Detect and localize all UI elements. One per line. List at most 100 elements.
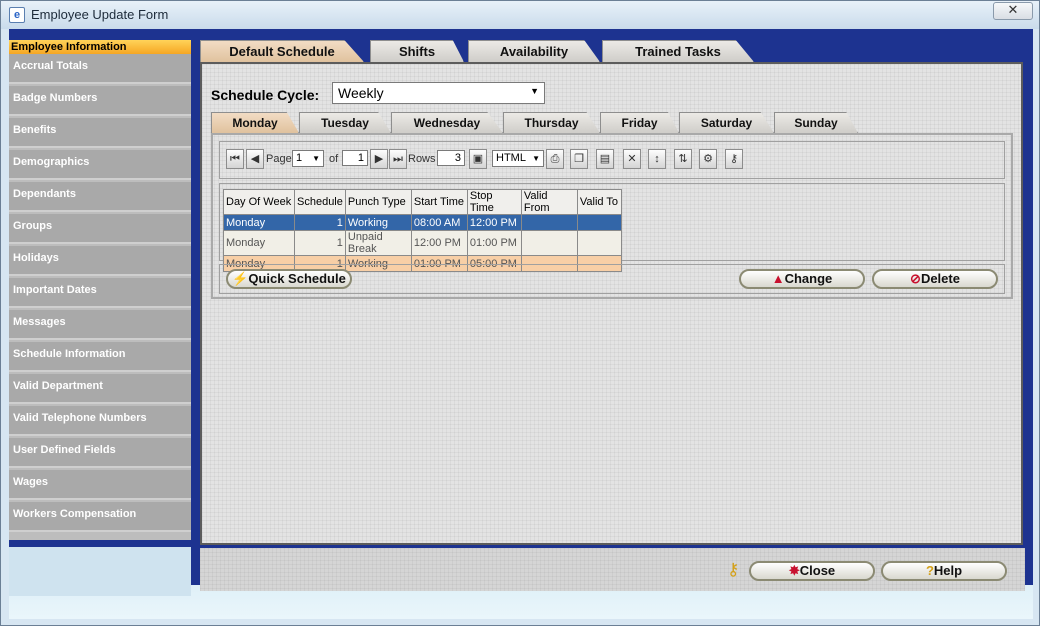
prev-page-icon[interactable]: ◀ <box>246 149 264 169</box>
sidebar-item-holidays[interactable]: Holidays <box>9 246 191 276</box>
cell-punch-type: Unpaid Break <box>344 230 412 256</box>
sidebar-item-groups[interactable]: Groups <box>9 214 191 244</box>
next-page-icon[interactable]: ▶ <box>370 149 388 169</box>
sidebar-item-valid-telephone-numbers[interactable]: Valid Telephone Numbers <box>9 406 191 436</box>
cell-valid-from <box>520 214 578 231</box>
cell-stop-time: 12:00 PM <box>466 214 522 231</box>
close-label: Close <box>799 563 836 578</box>
settings-gear-icon[interactable]: ⚙ <box>699 149 717 169</box>
delete-label: Delete <box>920 271 960 286</box>
page-select[interactable]: 1 ▼ <box>292 150 324 167</box>
cell-valid-to <box>576 230 622 256</box>
cell-punch-type: Working <box>344 214 412 231</box>
chevron-down-icon: ▼ <box>532 154 540 163</box>
sort-az-icon[interactable]: ↕ <box>648 149 666 169</box>
sidebar-item-important-dates[interactable]: Important Dates <box>9 278 191 308</box>
cell-valid-to <box>576 214 622 231</box>
table-row[interactable]: Monday 1 Working 08:00 AM 12:00 PM <box>223 214 622 231</box>
cell-valid-from <box>520 230 578 256</box>
tab-availability[interactable]: Availability <box>468 40 600 62</box>
column-header[interactable]: Valid From <box>520 189 578 215</box>
sidebar-item-wages[interactable]: Wages <box>9 470 191 500</box>
tab-trained-tasks[interactable]: Trained Tasks <box>602 40 754 62</box>
employee-update-window: e Employee Update Form ✕ Employee Inform… <box>0 0 1040 626</box>
sidebar-item-messages[interactable]: Messages <box>9 310 191 340</box>
close-star-icon: ✸ <box>788 563 800 578</box>
column-header[interactable]: Start Time <box>410 189 468 215</box>
filter-off-icon[interactable]: ✕ <box>623 149 641 169</box>
sidebar-item-valid-department[interactable]: Valid Department <box>9 374 191 404</box>
schedule-table: Day Of Week Schedule Punch Type Start Ti… <box>223 189 622 272</box>
client-area: Employee Information Accrual Totals Badg… <box>9 29 1033 619</box>
title-bar: e Employee Update Form ✕ <box>1 1 1039 29</box>
cell-start-time: 08:00 AM <box>410 214 468 231</box>
tab-wednesday[interactable]: Wednesday <box>391 112 503 133</box>
default-schedule-panel: Schedule Cycle: Weekly ▼ Monday Tuesday … <box>200 62 1023 545</box>
export-format-select[interactable]: HTML ▼ <box>492 150 544 167</box>
close-button[interactable]: ✸Close <box>749 561 875 581</box>
grid-toolbar: ⏮ ◀ Page 1 ▼ of 1 ▶ ⏭ Rows 3 ▣ HTML ▼ ⎙ … <box>219 141 1005 179</box>
column-header[interactable]: Schedule <box>294 189 346 215</box>
tab-saturday[interactable]: Saturday <box>679 112 774 133</box>
first-page-icon[interactable]: ⏮ <box>226 149 244 169</box>
delete-button[interactable]: ⊘Delete <box>872 269 998 289</box>
last-page-icon[interactable]: ⏭ <box>389 149 407 169</box>
sidebar-item-accrual-totals[interactable]: Accrual Totals <box>9 54 191 84</box>
change-label: Change <box>784 271 833 286</box>
schedule-cycle-select[interactable]: Weekly ▼ <box>332 82 545 104</box>
change-button[interactable]: ▲Change <box>739 269 865 289</box>
schedule-cycle-label: Schedule Cycle: <box>211 87 320 103</box>
schedule-cycle-value: Weekly <box>338 85 384 101</box>
rows-input[interactable]: 3 <box>437 150 465 166</box>
monday-panel: ⏮ ◀ Page 1 ▼ of 1 ▶ ⏭ Rows 3 ▣ HTML ▼ ⎙ … <box>211 133 1013 299</box>
save-icon[interactable]: ▣ <box>469 149 487 169</box>
quick-schedule-button[interactable]: ⚡Quick Schedule <box>226 269 352 289</box>
print-icon[interactable]: ⎙ <box>546 149 564 169</box>
copy-icon[interactable]: ❐ <box>570 149 588 169</box>
footer-bar: ⚷ ✸Close ?Help <box>200 548 1025 591</box>
tab-tuesday[interactable]: Tuesday <box>299 112 391 133</box>
tab-default-schedule[interactable]: Default Schedule <box>200 40 364 62</box>
column-header[interactable]: Valid To <box>576 189 622 215</box>
export-format-value: HTML <box>496 152 526 164</box>
cell-schedule: 1 <box>294 230 346 256</box>
tab-friday[interactable]: Friday <box>600 112 679 133</box>
cell-schedule: 1 <box>294 214 346 231</box>
page-select-value: 1 <box>296 152 303 164</box>
table-header-row: Day Of Week Schedule Punch Type Start Ti… <box>223 189 622 215</box>
sidebar-item-dependants[interactable]: Dependants <box>9 182 191 212</box>
chevron-down-icon: ▼ <box>312 154 320 163</box>
of-label: of <box>329 153 339 165</box>
column-header[interactable]: Day Of Week <box>223 189 295 215</box>
sidebar-item-user-defined-fields[interactable]: User Defined Fields <box>9 438 191 468</box>
lightning-icon: ⚡ <box>232 271 249 286</box>
help-button[interactable]: ?Help <box>881 561 1007 581</box>
table-row[interactable]: Monday 1 Unpaid Break 12:00 PM 01:00 PM <box>223 230 622 256</box>
properties-icon[interactable]: ▤ <box>596 149 614 169</box>
schedule-grid: Day Of Week Schedule Punch Type Start Ti… <box>219 183 1005 272</box>
cell-day: Monday <box>223 230 295 256</box>
tab-thursday[interactable]: Thursday <box>503 112 600 133</box>
window-title: Employee Update Form <box>31 7 169 22</box>
app-icon: e <box>9 7 25 23</box>
sidebar-item-employee-information[interactable]: Employee Information <box>9 40 191 54</box>
sidebar-item-schedule-information[interactable]: Schedule Information <box>9 342 191 372</box>
column-header[interactable]: Punch Type <box>344 189 412 215</box>
clear-sort-icon[interactable]: ⇅ <box>674 149 692 169</box>
page-label: Page <box>266 153 292 165</box>
tab-sunday[interactable]: Sunday <box>774 112 858 133</box>
sidebar-item-workers-compensation[interactable]: Workers Compensation <box>9 502 191 532</box>
sidebar-item-demographics[interactable]: Demographics <box>9 150 191 180</box>
total-pages-field: 1 <box>342 150 368 166</box>
tab-monday[interactable]: Monday <box>211 112 299 133</box>
cell-start-time: 12:00 PM <box>410 230 468 256</box>
key-icon[interactable]: ⚷ <box>725 149 743 169</box>
tab-shifts[interactable]: Shifts <box>370 40 464 62</box>
window-close-button[interactable]: ✕ <box>993 2 1033 20</box>
key-icon: ⚷ <box>727 560 740 579</box>
sidebar-item-benefits[interactable]: Benefits <box>9 118 191 148</box>
column-header[interactable]: Stop Time <box>466 189 522 215</box>
sidebar-item-badge-numbers[interactable]: Badge Numbers <box>9 86 191 116</box>
no-entry-icon: ⊘ <box>910 271 921 286</box>
grid-actions: ⚡Quick Schedule ▲Change ⊘Delete <box>219 264 1005 294</box>
